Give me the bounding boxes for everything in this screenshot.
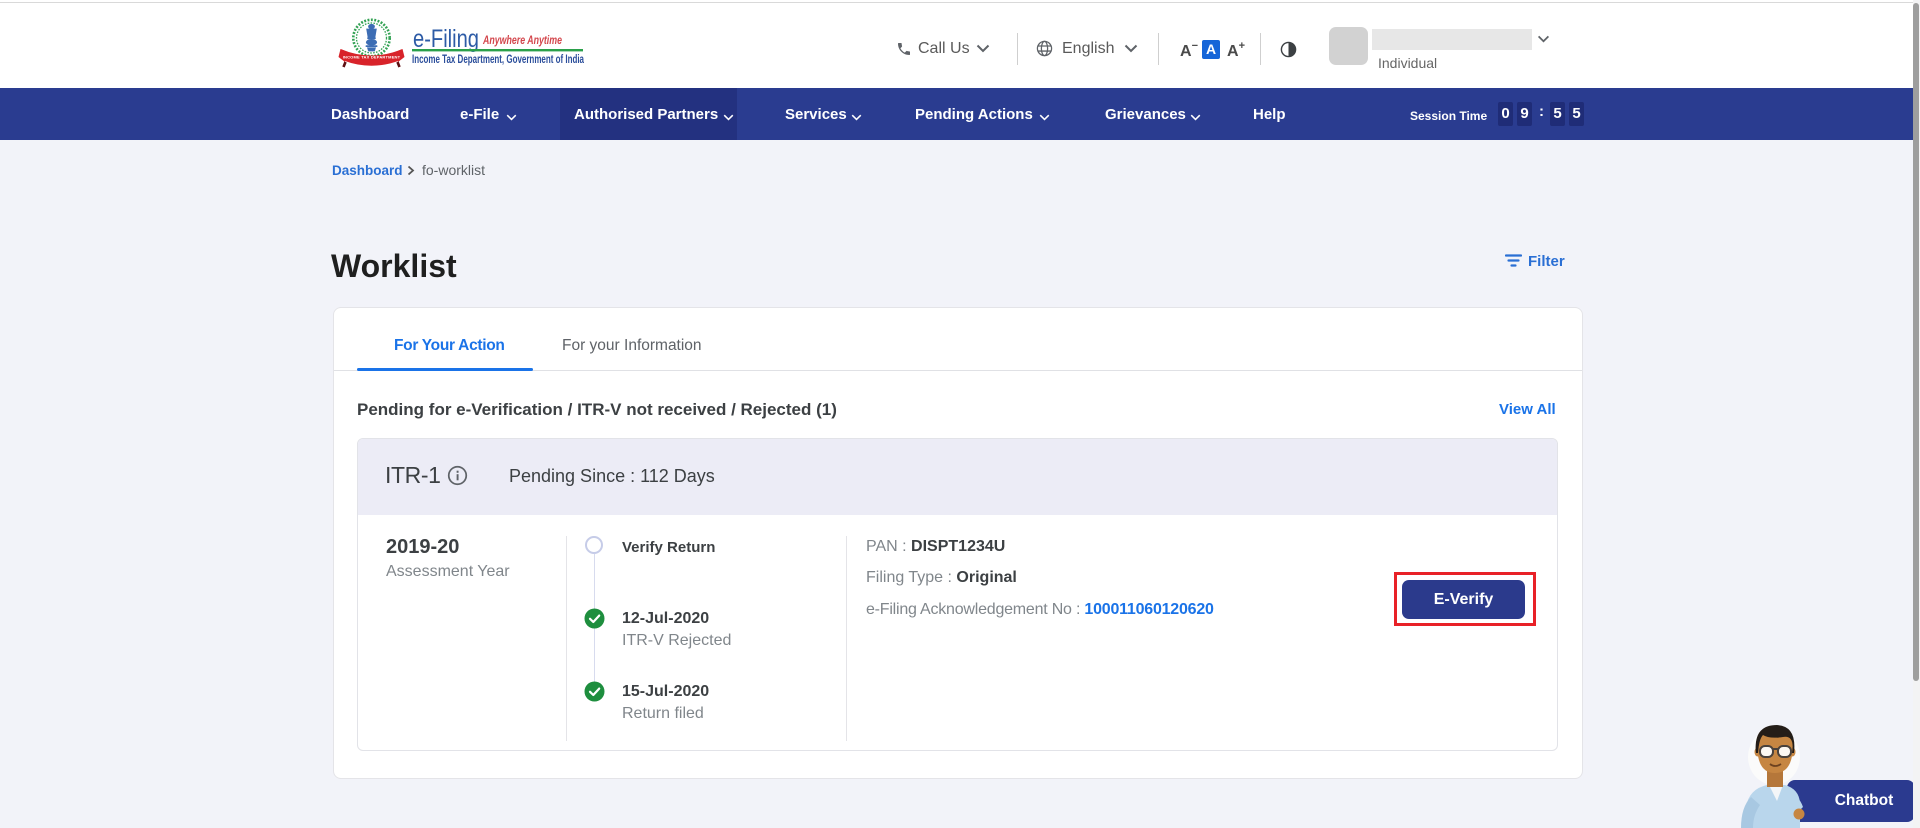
svg-text:INCOME TAX DEPARTMENT: INCOME TAX DEPARTMENT: [343, 55, 401, 60]
svg-text:Anywhere Anytime: Anywhere Anytime: [482, 35, 562, 47]
svg-text:e-Filing: e-Filing: [413, 25, 479, 53]
svg-text:Income Tax Department, Governm: Income Tax Department, Government of Ind…: [412, 52, 584, 66]
